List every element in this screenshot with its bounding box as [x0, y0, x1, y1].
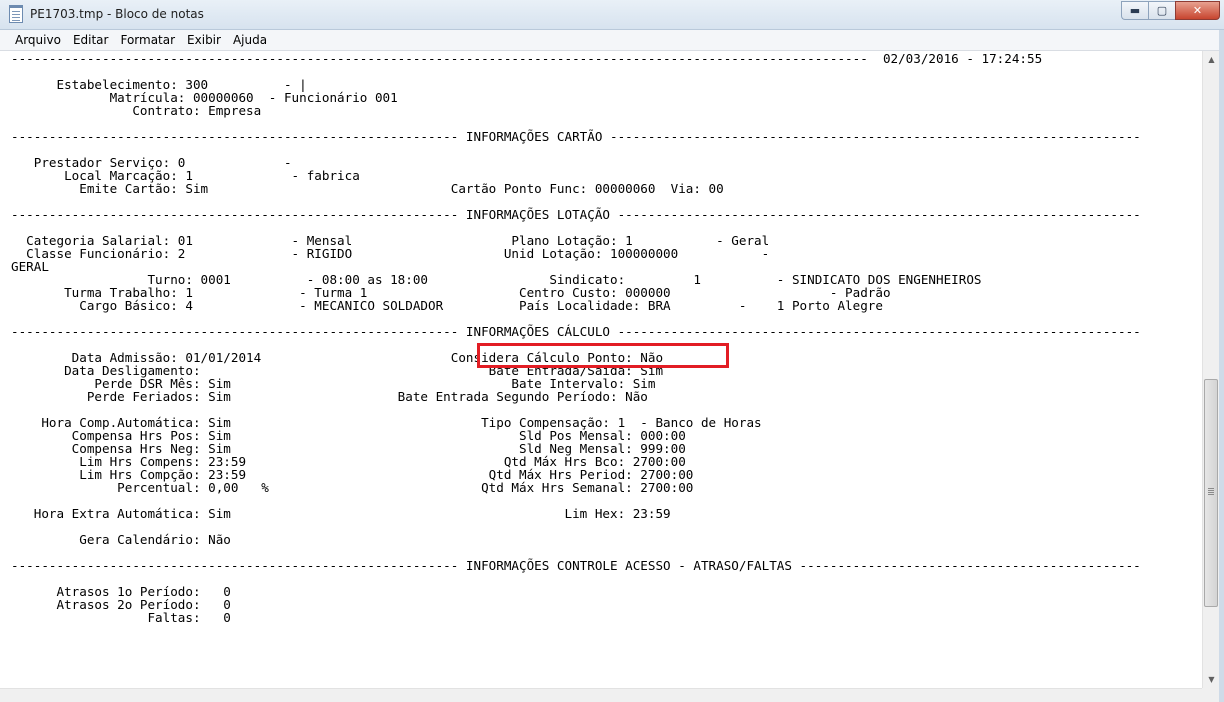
minimize-button[interactable]: ▬ — [1121, 1, 1148, 20]
vertical-scrollbar[interactable]: ▲ ▼ — [1202, 51, 1219, 688]
chevron-up-icon: ▲ — [1208, 55, 1215, 64]
maximize-button[interactable]: ▢ — [1148, 1, 1175, 20]
bottom-border — [0, 688, 1219, 702]
close-icon: ✕ — [1192, 4, 1203, 17]
scroll-down-button[interactable]: ▼ — [1203, 671, 1220, 688]
menu-editar[interactable]: Editar — [67, 31, 115, 50]
menu-formatar[interactable]: Formatar — [114, 31, 181, 50]
scroll-thumb[interactable] — [1204, 379, 1218, 607]
notepad-icon — [9, 5, 23, 23]
chevron-down-icon: ▼ — [1208, 675, 1215, 684]
window-border — [1219, 30, 1224, 702]
title-bar[interactable]: PE1703.tmp - Bloco de notas ▬ ▢ ✕ — [0, 0, 1224, 30]
menu-ajuda[interactable]: Ajuda — [227, 31, 273, 50]
highlight-box — [477, 343, 729, 368]
maximize-icon: ▢ — [1156, 4, 1168, 17]
menu-bar: Arquivo Editar Formatar Exibir Ajuda — [0, 30, 1224, 51]
text-editor[interactable]: ----------------------------------------… — [0, 51, 1202, 688]
menu-exibir[interactable]: Exibir — [181, 31, 227, 50]
size-grip[interactable] — [1202, 688, 1219, 702]
menu-arquivo[interactable]: Arquivo — [9, 31, 67, 50]
close-button[interactable]: ✕ — [1175, 1, 1220, 20]
window-title: PE1703.tmp - Bloco de notas — [30, 7, 204, 21]
window-controls: ▬ ▢ ✕ — [1121, 1, 1220, 20]
minimize-icon: ▬ — [1129, 4, 1141, 17]
scroll-up-button[interactable]: ▲ — [1203, 51, 1220, 68]
document-text[interactable]: ----------------------------------------… — [11, 52, 1141, 624]
